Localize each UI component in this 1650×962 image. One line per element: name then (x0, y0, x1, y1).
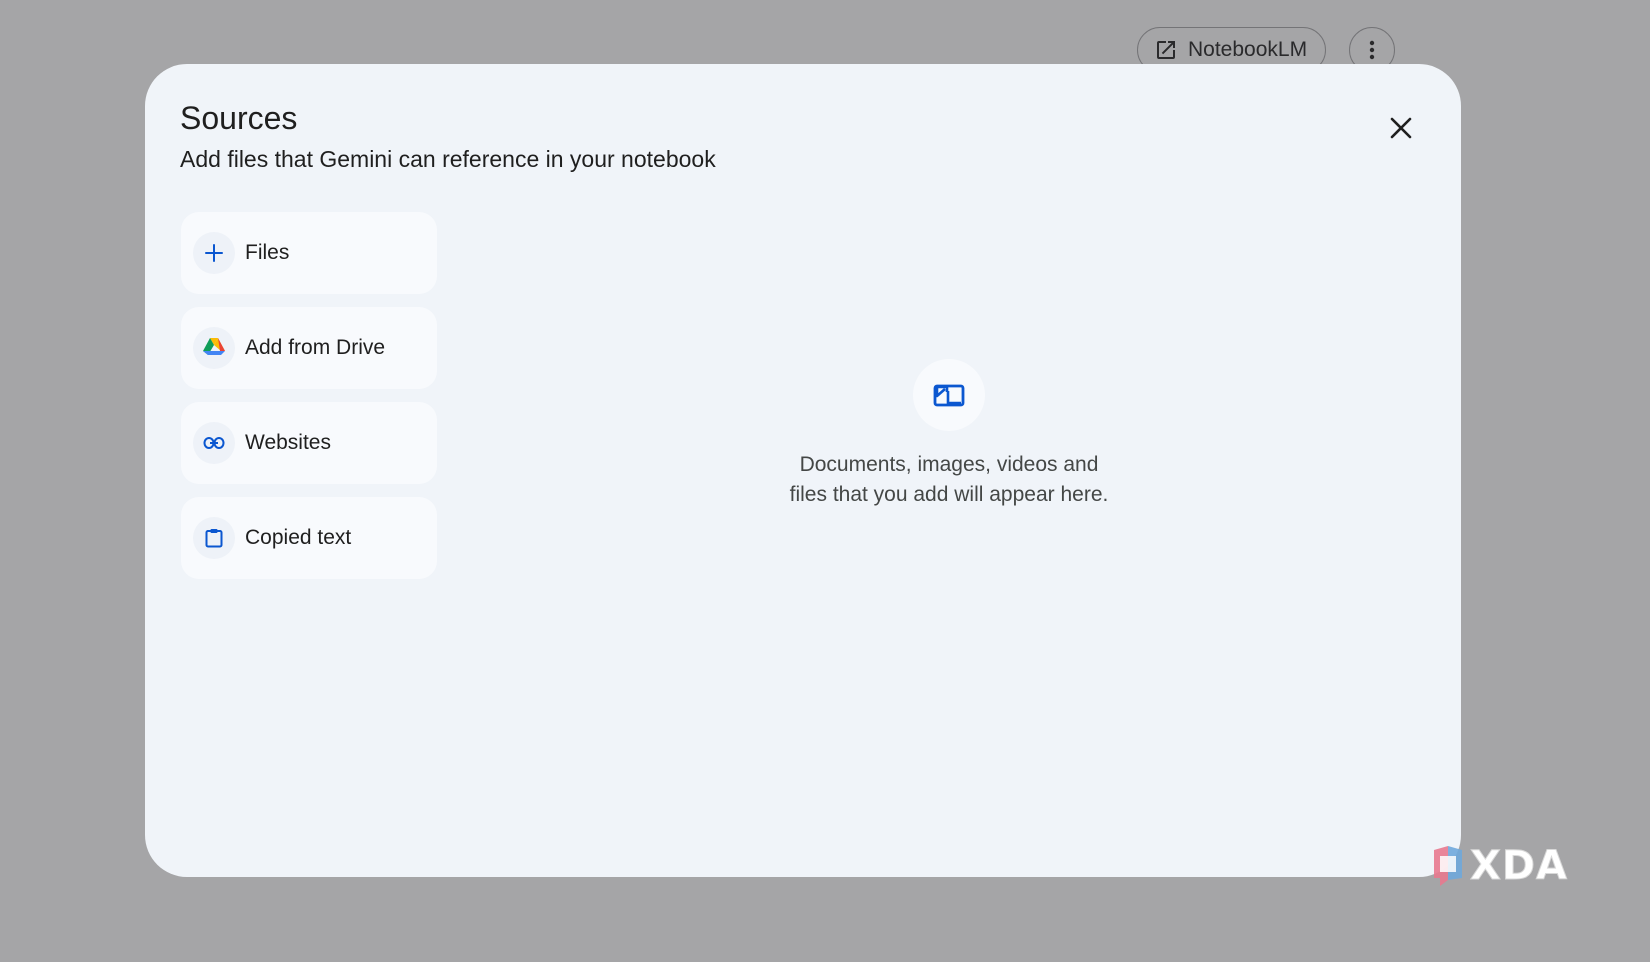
websites-label: Websites (245, 431, 331, 454)
copied-text-label: Copied text (245, 526, 352, 549)
plus-icon (193, 232, 235, 274)
dialog-subtitle: Add files that Gemini can reference in y… (180, 146, 716, 172)
close-icon (1390, 117, 1412, 139)
xda-watermark: XDA (1428, 843, 1568, 890)
add-from-drive-button[interactable]: Add from Drive (181, 307, 437, 389)
add-from-drive-label: Add from Drive (245, 336, 386, 359)
clipboard-icon (193, 517, 235, 559)
add-websites-button[interactable]: Websites (181, 402, 437, 484)
close-button[interactable] (1385, 112, 1417, 144)
add-copied-text-button[interactable]: Copied text (181, 497, 437, 579)
sources-dialog: Sources Add files that Gemini can refere… (145, 64, 1461, 877)
sources-icon (913, 359, 985, 431)
link-icon (193, 422, 235, 464)
empty-state-message: Documents, images, videos and files that… (749, 450, 1149, 510)
add-files-button[interactable]: Files (181, 212, 437, 294)
xda-watermark-text: XDA (1470, 843, 1568, 890)
empty-state-line-1: Documents, images, videos and (799, 453, 1099, 476)
xda-logo-icon (1434, 846, 1462, 886)
dialog-title: Sources (180, 100, 298, 136)
more-vert-icon (1369, 40, 1375, 60)
google-drive-icon (193, 327, 235, 369)
files-label: Files (245, 241, 290, 264)
notebooklm-label: NotebookLM (1188, 38, 1308, 61)
screen: NotebookLM Sources Add files that Gemini… (0, 0, 1650, 962)
open-in-new-icon (1157, 41, 1175, 59)
empty-state-line-2: files that you add will appear here. (789, 483, 1109, 506)
